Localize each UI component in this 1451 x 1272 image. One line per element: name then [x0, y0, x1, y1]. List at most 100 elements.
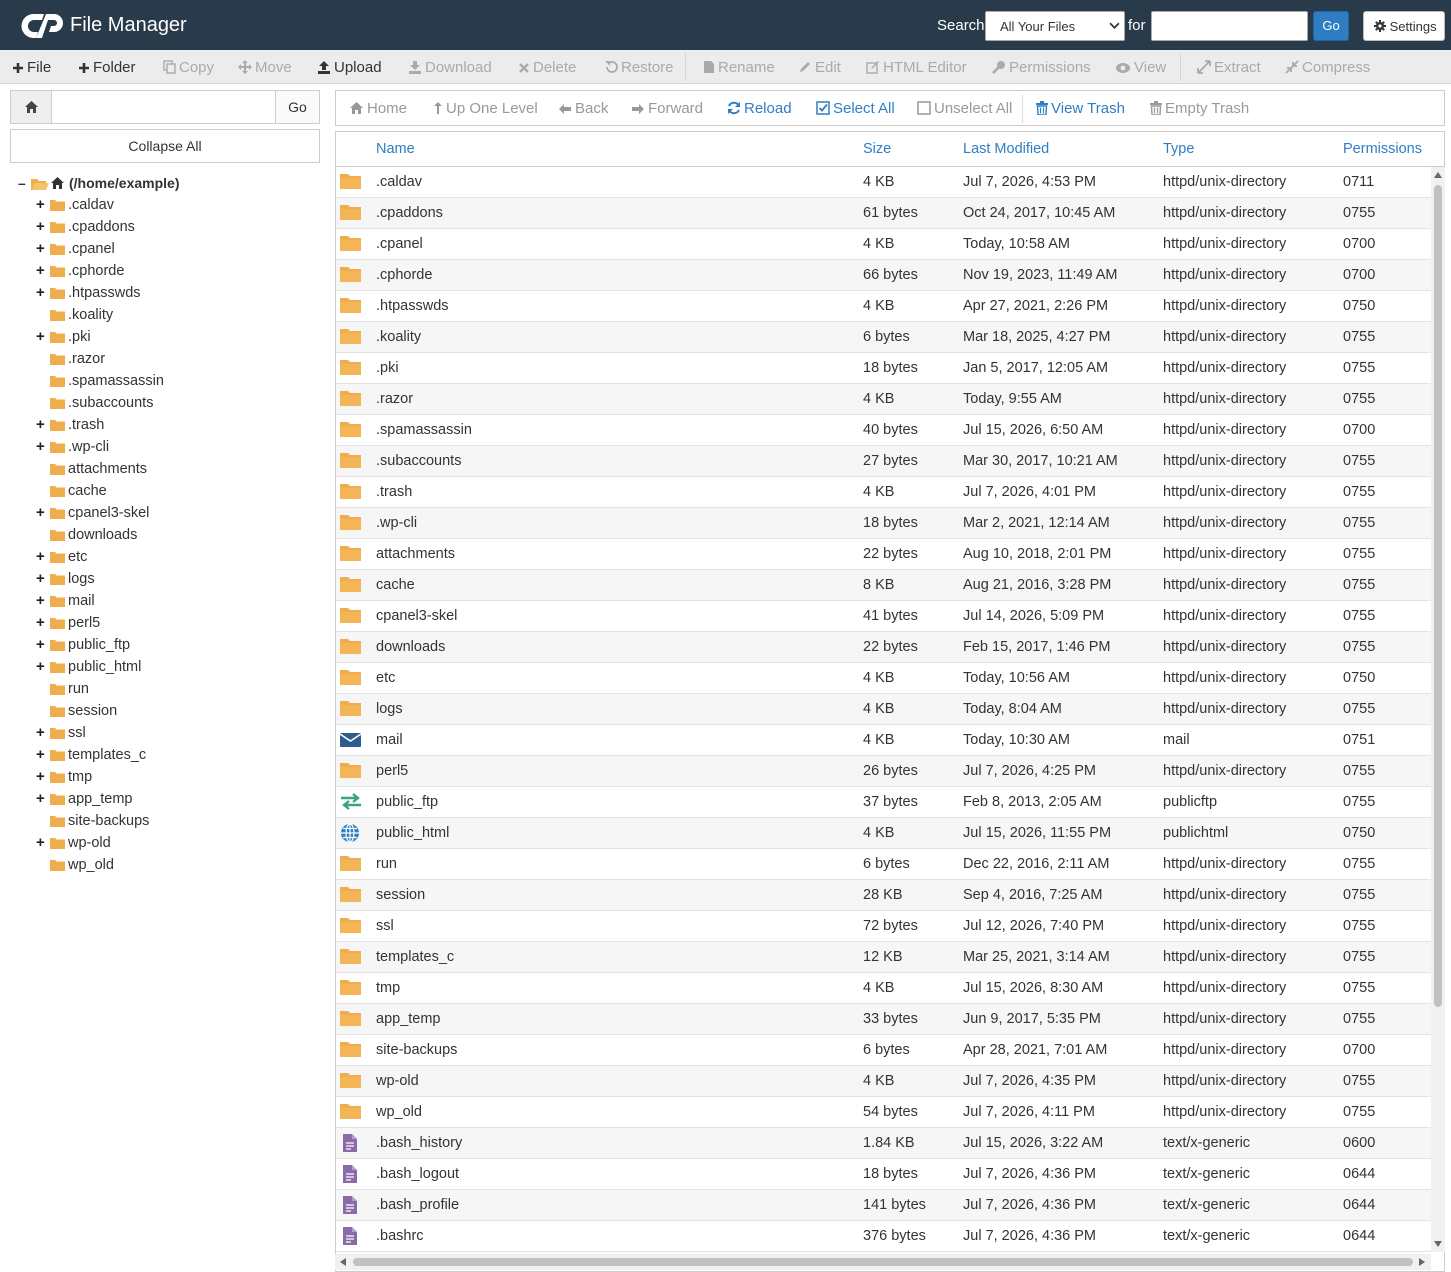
file-name[interactable]: .subaccounts	[376, 453, 461, 469]
tree-item[interactable]: + public_html	[36, 656, 316, 678]
back-button[interactable]: Back	[558, 100, 608, 117]
new-file-button[interactable]: File	[12, 59, 51, 76]
file-name[interactable]: .cphorde	[376, 267, 432, 283]
tree-item[interactable]: .subaccounts	[36, 392, 316, 414]
file-name[interactable]: .bash_history	[376, 1135, 462, 1151]
empty-trash-button[interactable]: Empty Trash	[1150, 100, 1249, 117]
collapse-all-button[interactable]: Collapse All	[10, 129, 320, 163]
file-name[interactable]: wp_old	[376, 1104, 422, 1120]
vertical-scrollbar[interactable]	[1431, 167, 1445, 1252]
file-name[interactable]: .caldav	[376, 174, 422, 190]
file-name[interactable]: .htpasswds	[376, 298, 449, 314]
tree-item[interactable]: + tmp	[36, 766, 316, 788]
table-row[interactable]: wp_old 54 bytes Jul 7, 2026, 4:11 PM httpd/…	[336, 1097, 1432, 1128]
expand-plus-icon[interactable]: +	[36, 502, 46, 524]
expand-plus-icon[interactable]: +	[36, 568, 46, 590]
table-row[interactable]: run 6 bytes Dec 22, 2016, 2:11 AM httpd/uni…	[336, 849, 1432, 880]
horizontal-scroll-thumb[interactable]	[353, 1258, 1413, 1266]
table-row[interactable]: wp-old 4 KB Jul 7, 2026, 4:35 PM httpd/unix…	[336, 1066, 1432, 1097]
scroll-up-arrow[interactable]	[1434, 172, 1442, 178]
expand-plus-icon[interactable]: +	[36, 260, 46, 282]
compress-button[interactable]: Compress	[1285, 59, 1370, 76]
table-row[interactable]: .trash 4 KB Jul 7, 2026, 4:01 PM httpd/unix…	[336, 477, 1432, 508]
html-editor-button[interactable]: HTML Editor	[866, 59, 967, 76]
file-name[interactable]: .razor	[376, 391, 413, 407]
tree-item[interactable]: attachments	[36, 458, 316, 480]
tree-item[interactable]: + templates_c	[36, 744, 316, 766]
column-header-size[interactable]: Size	[863, 141, 891, 157]
expand-plus-icon[interactable]: +	[36, 612, 46, 634]
reload-button[interactable]: Reload	[727, 100, 792, 117]
file-name[interactable]: attachments	[376, 546, 455, 562]
download-button[interactable]: Download	[408, 59, 492, 76]
table-row[interactable]: .cpanel 4 KB Today, 10:58 AM httpd/unix-dir…	[336, 229, 1432, 260]
expand-plus-icon[interactable]: +	[36, 414, 46, 436]
column-header-type[interactable]: Type	[1163, 141, 1194, 157]
table-row[interactable]: .bashrc 376 bytes Jul 7, 2026, 4:36 PM text…	[336, 1221, 1432, 1252]
table-row[interactable]: .htpasswds 4 KB Apr 27, 2021, 2:26 PM httpd…	[336, 291, 1432, 322]
cpanel-logo-icon[interactable]	[20, 10, 66, 42]
edit-button[interactable]: Edit	[798, 59, 841, 76]
expand-plus-icon[interactable]: +	[36, 216, 46, 238]
table-row[interactable]: mail 4 KB Today, 10:30 AM mail 0751	[336, 725, 1432, 756]
path-home-button[interactable]	[11, 91, 52, 123]
expand-plus-icon[interactable]: +	[36, 546, 46, 568]
up-one-level-button[interactable]: Up One Level	[433, 100, 538, 117]
file-name[interactable]: .cpanel	[376, 236, 423, 252]
tree-item[interactable]: + .wp-cli	[36, 436, 316, 458]
file-name[interactable]: logs	[376, 701, 403, 717]
file-name[interactable]: app_temp	[376, 1011, 441, 1027]
tree-item[interactable]: + cpanel3-skel	[36, 502, 316, 524]
table-row[interactable]: .bash_logout 18 bytes Jul 7, 2026, 4:36 PM…	[336, 1159, 1432, 1190]
expand-plus-icon[interactable]: +	[36, 722, 46, 744]
file-name[interactable]: .bash_profile	[376, 1197, 459, 1213]
table-row[interactable]: cache 8 KB Aug 21, 2016, 3:28 PM httpd/unix…	[336, 570, 1432, 601]
table-row[interactable]: .cpaddons 61 bytes Oct 24, 2017, 10:45 AM h…	[336, 198, 1432, 229]
expand-plus-icon[interactable]: +	[36, 326, 46, 348]
tree-root[interactable]: – (/home/example)	[18, 172, 318, 194]
file-name[interactable]: session	[376, 887, 425, 903]
table-row[interactable]: .bash_history 1.84 KB Jul 15, 2026, 3:22 A…	[336, 1128, 1432, 1159]
expand-plus-icon[interactable]: +	[36, 590, 46, 612]
tree-item[interactable]: .razor	[36, 348, 316, 370]
scroll-left-arrow[interactable]	[340, 1258, 346, 1266]
tree-item[interactable]: wp_old	[36, 854, 316, 876]
file-name[interactable]: .wp-cli	[376, 515, 417, 531]
tree-item[interactable]: + .caldav	[36, 194, 316, 216]
copy-button[interactable]: Copy	[163, 59, 214, 76]
move-button[interactable]: Move	[238, 59, 292, 76]
scroll-right-arrow[interactable]	[1419, 1258, 1425, 1266]
file-name[interactable]: public_ftp	[376, 794, 438, 810]
tree-item[interactable]: + .cphorde	[36, 260, 316, 282]
expand-plus-icon[interactable]: +	[36, 282, 46, 304]
file-name[interactable]: cpanel3-skel	[376, 608, 457, 624]
tree-item[interactable]: downloads	[36, 524, 316, 546]
search-scope-select[interactable]: All Your Files	[985, 11, 1125, 41]
file-name[interactable]: etc	[376, 670, 395, 686]
file-name[interactable]: .cpaddons	[376, 205, 443, 221]
column-header-name[interactable]: Name	[376, 141, 415, 157]
file-name[interactable]: .spamassassin	[376, 422, 472, 438]
file-name[interactable]: mail	[376, 732, 403, 748]
table-row[interactable]: logs 4 KB Today, 8:04 AM httpd/unix-directo…	[336, 694, 1432, 725]
settings-button[interactable]: Settings	[1363, 11, 1445, 41]
tree-item[interactable]: + ssl	[36, 722, 316, 744]
table-row[interactable]: .pki 18 bytes Jan 5, 2017, 12:05 AM httpd/u…	[336, 353, 1432, 384]
table-row[interactable]: cpanel3-skel 41 bytes Jul 14, 2026, 5:09 P…	[336, 601, 1432, 632]
table-row[interactable]: site-backups 6 bytes Apr 28, 2021, 7:01 AM…	[336, 1035, 1432, 1066]
table-row[interactable]: templates_c 12 KB Mar 25, 2021, 3:14 AM htt…	[336, 942, 1432, 973]
file-name[interactable]: .trash	[376, 484, 412, 500]
table-row[interactable]: tmp 4 KB Jul 15, 2026, 8:30 AM httpd/unix-d…	[336, 973, 1432, 1004]
file-name[interactable]: templates_c	[376, 949, 454, 965]
table-row[interactable]: etc 4 KB Today, 10:56 AM httpd/unix-directo…	[336, 663, 1432, 694]
tree-item[interactable]: .koality	[36, 304, 316, 326]
table-row[interactable]: .wp-cli 18 bytes Mar 2, 2021, 12:14 AM http…	[336, 508, 1432, 539]
tree-item[interactable]: + .cpaddons	[36, 216, 316, 238]
tree-item[interactable]: .spamassassin	[36, 370, 316, 392]
file-name[interactable]: .pki	[376, 360, 399, 376]
table-row[interactable]: perl5 26 bytes Jul 7, 2026, 4:25 PM httpd/u…	[336, 756, 1432, 787]
tree-item[interactable]: + .cpanel	[36, 238, 316, 260]
table-row[interactable]: public_ftp 37 bytes Feb 8, 2013, 2:05 AM pu…	[336, 787, 1432, 818]
table-row[interactable]: .koality 6 bytes Mar 18, 2025, 4:27 PM http…	[336, 322, 1432, 353]
expand-plus-icon[interactable]: +	[36, 238, 46, 260]
